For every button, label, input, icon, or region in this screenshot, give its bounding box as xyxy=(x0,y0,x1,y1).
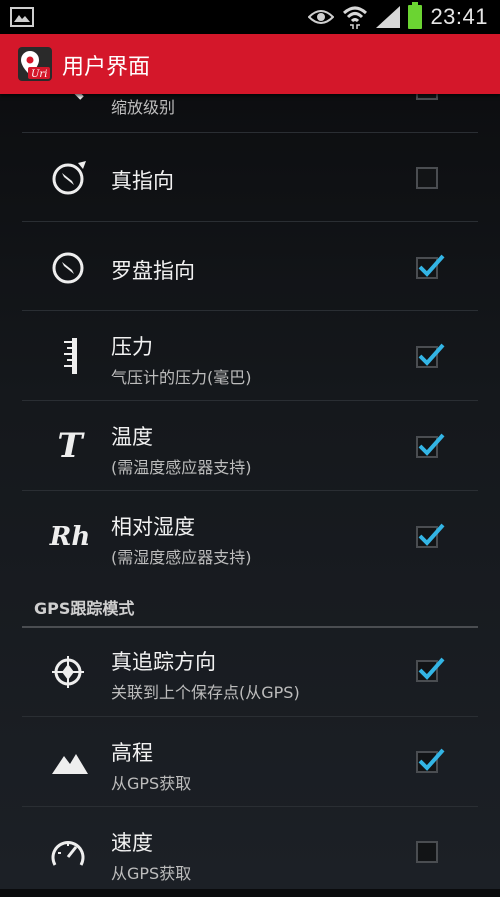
list-item-pressure[interactable]: 压力 气压计的压力(毫巴) xyxy=(22,310,478,401)
item-summary: 气压计的压力(毫巴) xyxy=(111,368,252,387)
list-item-temperature[interactable]: T 温度 (需温度感应器支持) xyxy=(22,400,478,491)
list-item-humidity[interactable]: Rh 相对湿度 (需湿度感应器支持) xyxy=(22,490,478,589)
signal-icon xyxy=(376,6,401,28)
item-label: 温度 xyxy=(111,425,153,449)
item-summary: (需湿度感应器支持) xyxy=(111,548,252,567)
speedometer-icon xyxy=(50,833,90,873)
item-summary: 从GPS获取 xyxy=(111,774,192,793)
clock: 23:41 xyxy=(430,4,488,29)
item-summary: 从GPS获取 xyxy=(111,864,192,883)
checkmark-icon xyxy=(418,657,445,680)
item-label: 压力 xyxy=(111,335,153,359)
list-item-compass-heading[interactable]: 罗盘指向 xyxy=(22,221,478,311)
list-item-true-heading[interactable]: 真指向 xyxy=(22,132,478,222)
temperature-icon: T xyxy=(57,426,83,466)
humidity-checkbox[interactable] xyxy=(416,523,445,548)
status-bar: 23:41 xyxy=(0,0,500,34)
compass-icon xyxy=(50,246,90,286)
checkmark-icon xyxy=(418,433,445,456)
humidity-icon: Rh xyxy=(49,522,91,552)
checkmark-icon xyxy=(418,343,445,366)
wifi-icon xyxy=(343,6,368,29)
item-label: 缩放级别 xyxy=(111,98,176,117)
item-label: 高程 xyxy=(111,741,153,765)
checkmark-icon xyxy=(418,254,445,277)
page-title: 用户界面 xyxy=(62,55,151,80)
barometer-icon xyxy=(50,336,90,376)
item-label: 罗盘指向 xyxy=(111,259,195,283)
item-summary: (需温度感应器支持) xyxy=(111,458,252,477)
battery-icon xyxy=(408,2,423,29)
pressure-checkbox[interactable] xyxy=(416,343,445,368)
elevation-checkbox[interactable] xyxy=(416,748,445,773)
compass-north-icon xyxy=(50,157,90,197)
true-track-checkbox[interactable] xyxy=(416,657,445,682)
item-label: 速度 xyxy=(111,831,153,855)
mountain-icon xyxy=(50,742,90,782)
item-summary: 关联到上个保存点(从GPS) xyxy=(111,683,300,702)
crosshair-icon xyxy=(50,652,90,692)
app-logo-icon[interactable]: Uri xyxy=(18,47,52,81)
svg-text:Uri: Uri xyxy=(31,69,47,80)
speed-checkbox[interactable] xyxy=(416,841,438,863)
section-header-gps: GPS跟踪模式 xyxy=(22,588,478,628)
checkmark-icon xyxy=(418,523,445,546)
checkmark-icon xyxy=(418,748,445,771)
compass-heading-checkbox[interactable] xyxy=(416,254,445,279)
list-item-speed[interactable]: 速度 从GPS获取 xyxy=(22,806,478,897)
section-title: GPS跟踪模式 xyxy=(34,599,135,618)
gallery-notification-icon xyxy=(10,7,34,27)
list-item-elevation[interactable]: 高程 从GPS获取 xyxy=(22,716,478,807)
item-label: 真指向 xyxy=(111,169,174,193)
item-label: 相对湿度 xyxy=(111,515,195,539)
true-heading-checkbox[interactable] xyxy=(416,167,438,189)
action-bar: Uri 用户界面 xyxy=(0,34,500,94)
eye-icon xyxy=(308,10,335,24)
item-label: 真追踪方向 xyxy=(111,650,216,674)
temperature-checkbox[interactable] xyxy=(416,433,445,458)
list-item-true-track[interactable]: 真追踪方向 关联到上个保存点(从GPS) xyxy=(22,626,478,716)
